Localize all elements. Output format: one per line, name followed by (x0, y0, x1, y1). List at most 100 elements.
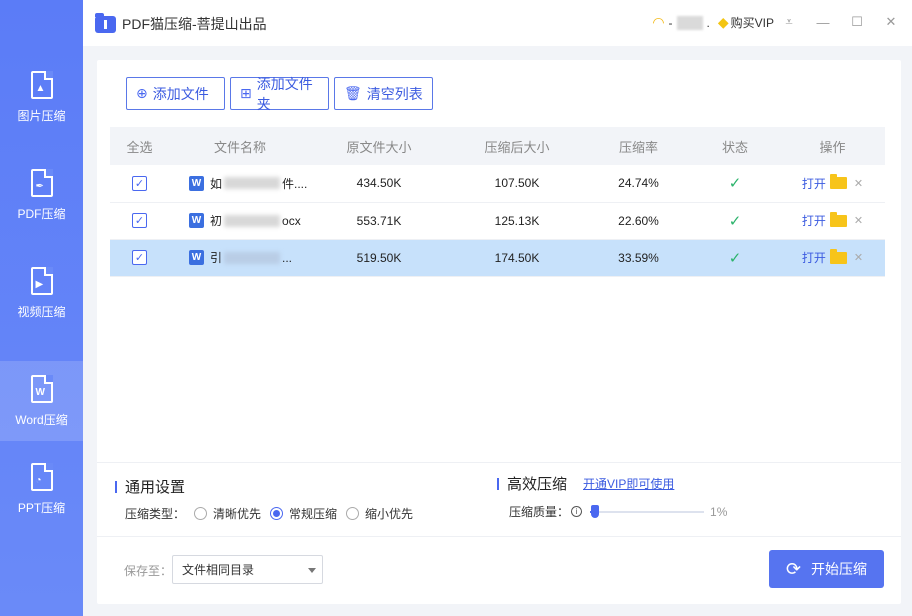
efficient-compress-title: 高效压缩 开通VIP即可使用 (497, 473, 674, 494)
maximize-icon[interactable]: ☐ (850, 14, 864, 30)
chevron-down-icon (308, 568, 316, 573)
option-label[interactable]: 缩小优先 (365, 505, 413, 522)
diamond-icon: ◆ (717, 14, 729, 30)
radio-clarity-first[interactable] (194, 507, 208, 520)
add-file-label: 添加文件 (152, 85, 209, 102)
original-size: 553.71K (356, 213, 402, 228)
remove-icon[interactable]: ✕ (854, 177, 863, 190)
original-size: 519.50K (356, 250, 402, 265)
remove-icon[interactable]: ✕ (854, 251, 863, 264)
compression-ratio: 24.74% (618, 176, 659, 191)
check-icon: ✓ (728, 175, 742, 193)
ppt-file-icon: ◔ (30, 462, 53, 491)
sidebar-item-word[interactable]: W Word压缩 (0, 361, 83, 441)
file-table: 全选 文件名称 原文件大小 压缩后大小 压缩率 状态 操作 ✓ W 如 件.... … (110, 127, 885, 277)
open-vip-link[interactable]: 开通VIP即可使用 (583, 475, 674, 492)
dropdown-menu-icon[interactable]: ⩡ (782, 14, 796, 30)
filename-blurred (224, 214, 281, 227)
sidebar-item-ppt[interactable]: ◔ PPT压缩 (0, 449, 83, 529)
add-file-icon: ⊕ (136, 85, 148, 101)
title-bar: PDF猫压缩-菩提山出品 ◠ - . ◆ 购买VIP ⩡ — ☐ ✕ (83, 0, 912, 46)
buy-vip-link[interactable]: 购买VIP (731, 14, 774, 31)
start-compress-label: 开始压缩 (811, 561, 868, 577)
sidebar-item-label: Word压缩 (15, 412, 68, 427)
radio-smaller-first[interactable] (346, 507, 360, 520)
section-bar (115, 480, 117, 493)
start-compress-button[interactable]: ⟳ 开始压缩 (769, 550, 884, 588)
efficient-compress-label: 高效压缩 (507, 476, 568, 493)
open-link[interactable]: 打开 (802, 175, 826, 192)
compressed-size: 125.13K (494, 213, 540, 228)
username-blurred (676, 15, 703, 30)
table-row[interactable]: ✓ W 初 ocx 553.71K 125.13K 22.60% ✓ 打开 ✕ (110, 202, 885, 239)
table-row[interactable]: ✓ W 引... 519.50K 174.50K 33.59% ✓ 打开 ✕ (110, 239, 885, 276)
add-folder-button[interactable]: ⊞ 添加文件夹 (230, 76, 329, 112)
original-size: 434.50K (356, 176, 402, 191)
open-link[interactable]: 打开 (802, 249, 826, 266)
sidebar-item-video[interactable]: ▶ 视频压缩 (0, 253, 83, 333)
sidebar-item-image[interactable]: ▲ 图片压缩 (0, 57, 83, 137)
filename-start: 如 (210, 176, 223, 191)
filename-end: ... (282, 250, 293, 265)
folder-icon[interactable] (829, 248, 847, 264)
video-file-icon: ▶ (30, 266, 53, 295)
sidebar-item-label: PPT压缩 (17, 500, 66, 515)
row-checkbox[interactable]: ✓ (132, 250, 147, 265)
filename-end: 件.... (282, 176, 308, 191)
remove-icon[interactable]: ✕ (854, 214, 863, 227)
compression-type-label: 压缩类型： (125, 507, 186, 521)
word-file-icon: W (30, 374, 53, 403)
folder-icon[interactable] (829, 174, 847, 190)
info-icon[interactable]: i (571, 506, 583, 517)
quality-label: 压缩质量： (509, 505, 570, 519)
table-row[interactable]: ✓ W 如 件.... 434.50K 107.50K 24.74% ✓ 打开 ✕ (110, 165, 885, 202)
quality-control: 压缩质量： i 1% (509, 503, 727, 520)
table-header: 全选 文件名称 原文件大小 压缩后大小 压缩率 状态 操作 (110, 127, 885, 165)
sidebar: ▲ 图片压缩 ✒ PDF压缩 ▶ 视频压缩 W Word压缩 ◔ PPT压缩 (0, 0, 83, 616)
clear-list-label: 清空列表 (366, 85, 423, 102)
folder-icon[interactable] (829, 211, 847, 227)
row-checkbox[interactable]: ✓ (132, 175, 147, 191)
ratio-header: 压缩率 (618, 139, 658, 155)
app-logo-icon (95, 12, 116, 33)
clear-list-button[interactable]: 🗑 清空列表 (334, 77, 433, 110)
add-file-button[interactable]: ⊕ 添加文件 (126, 77, 225, 110)
option-label[interactable]: 清晰优先 (213, 505, 261, 522)
compressed-size: 174.50K (494, 250, 540, 265)
select-all-header[interactable]: 全选 (110, 127, 169, 165)
image-file-icon: ▲ (30, 70, 53, 99)
username-suffix: . (706, 15, 710, 30)
app-branding: PDF猫压缩-菩提山出品 (95, 12, 267, 34)
sidebar-item-pdf[interactable]: ✒ PDF压缩 (0, 155, 83, 235)
compression-ratio: 33.59% (618, 250, 659, 265)
quality-slider[interactable] (590, 504, 705, 518)
option-label[interactable]: 常规压缩 (289, 505, 337, 522)
compressed-size-header: 压缩后大小 (484, 139, 550, 155)
filename-start: 初 (210, 214, 223, 228)
general-settings-label: 通用设置 (125, 479, 186, 496)
save-location-select[interactable]: 文件相同目录 (172, 555, 323, 584)
check-icon: ✓ (728, 249, 742, 267)
row-checkbox[interactable]: ✓ (132, 213, 147, 228)
user-crown-icon: ◠ (652, 14, 665, 30)
section-bar (497, 477, 499, 490)
sidebar-item-label: 图片压缩 (17, 108, 66, 123)
sidebar-item-label: 视频压缩 (17, 304, 66, 319)
app-title: PDF猫压缩-菩提山出品 (122, 16, 267, 32)
divider (97, 536, 901, 537)
pdf-file-icon: ✒ (30, 168, 53, 197)
add-folder-icon: ⊞ (240, 85, 252, 101)
close-icon[interactable]: ✕ (884, 14, 898, 30)
word-doc-icon: W (189, 213, 204, 228)
open-link[interactable]: 打开 (802, 212, 826, 229)
actions-header: 操作 (819, 139, 846, 155)
compression-ratio: 22.60% (618, 213, 659, 228)
radio-normal-compress[interactable] (270, 507, 284, 520)
status-header: 状态 (721, 139, 748, 155)
minimize-icon[interactable]: — (816, 14, 830, 30)
username-prefix: - (668, 15, 673, 30)
save-location-value: 文件相同目录 (182, 563, 255, 577)
add-folder-label: 添加文件夹 (256, 75, 313, 112)
sidebar-item-label: PDF压缩 (17, 206, 66, 221)
slider-handle[interactable] (591, 504, 600, 518)
